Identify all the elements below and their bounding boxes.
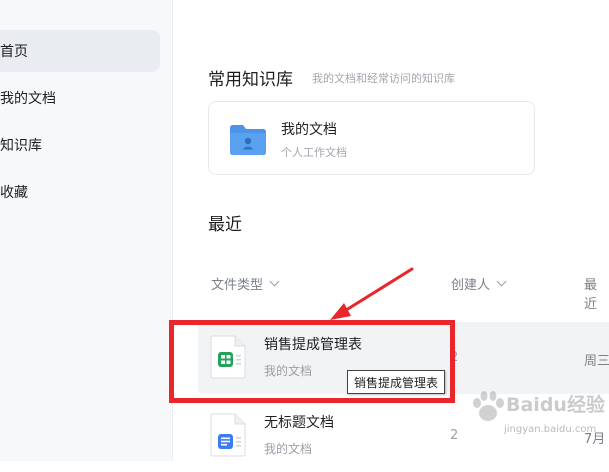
paw-logo-icon [473, 391, 504, 421]
baidu-jingyan-watermark: Baidu经验 jingyan.baidu.com [468, 388, 606, 444]
watermark-brand: Baidu经验 [506, 394, 605, 416]
watermark-url: jingyan.baidu.com [504, 424, 597, 435]
